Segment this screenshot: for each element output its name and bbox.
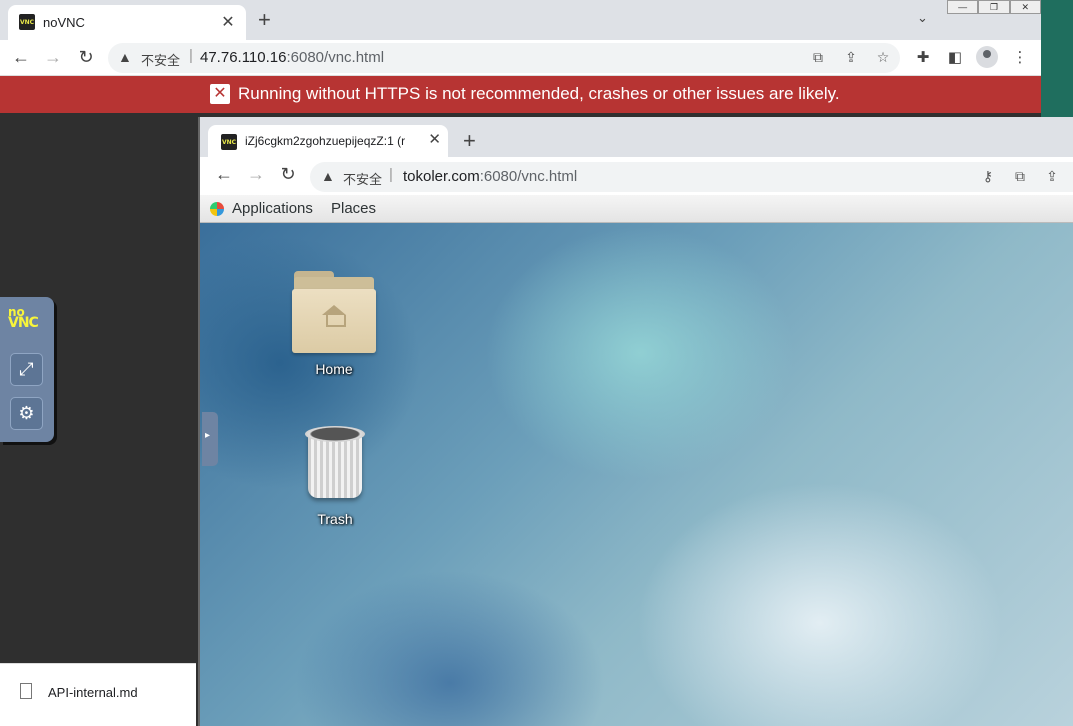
url-separator: |: [189, 47, 193, 64]
back-arrow-icon[interactable]: ←: [9, 46, 33, 68]
trash-label[interactable]: Trash: [285, 511, 385, 527]
control-bar-handle[interactable]: [202, 412, 218, 466]
gnome-top-panel: Applications Places: [200, 195, 1073, 223]
warning-triangle-icon: ▲: [321, 168, 335, 184]
fullscreen-button[interactable]: ⤢: [10, 353, 43, 386]
inner-address-bar[interactable]: ▲ 不安全 | tokoler.com:6080/vnc.html ⚷ ⧉ ⇪: [310, 162, 1073, 192]
share-icon[interactable]: ⇪: [841, 49, 861, 66]
warning-triangle-icon: ▲: [118, 49, 132, 65]
minimize-button[interactable]: —: [947, 0, 979, 14]
download-file-name: API-internal.md: [48, 685, 138, 700]
inner-new-tab-button[interactable]: +: [463, 129, 476, 153]
profile-avatar-icon[interactable]: [976, 46, 998, 68]
inner-reload-icon[interactable]: ↻: [276, 163, 300, 185]
forward-arrow-icon[interactable]: →: [41, 46, 65, 68]
applications-icon: [210, 202, 224, 216]
reload-icon[interactable]: ↻: [74, 46, 98, 68]
translate-icon[interactable]: ⧉: [808, 49, 828, 66]
inner-insecure-label[interactable]: 不安全: [343, 169, 382, 188]
novnc-favicon-icon: [19, 14, 35, 30]
outer-tab-title: noVNC: [43, 15, 85, 30]
close-icon[interactable]: ✕: [219, 12, 237, 32]
inner-url-path: :6080/vnc.html: [479, 168, 578, 185]
inner-url-text[interactable]: tokoler.com:6080/vnc.html: [403, 168, 577, 185]
inner-toolbar: ← → ↻ ▲ 不安全 | tokoler.com:6080/vnc.html …: [200, 157, 1073, 195]
restore-button[interactable]: ❐: [978, 0, 1010, 14]
share-icon[interactable]: ⇪: [1042, 168, 1062, 185]
https-warning-banner: ✕ Running without HTTPS is not recommend…: [0, 76, 1041, 113]
error-x-icon: ✕: [210, 84, 230, 104]
remote-session-window: iZj6cgkm2zgohzuepijeqzZ:1 (r ✕ + ← → ↻ ▲…: [198, 117, 1073, 726]
trash-icon[interactable]: [305, 426, 365, 500]
window-controls: — ❐ ✕: [947, 0, 1041, 14]
insecure-label[interactable]: 不安全: [141, 50, 180, 69]
menu-kebab-icon[interactable]: ⋮: [1010, 48, 1030, 66]
home-folder-icon[interactable]: [292, 271, 376, 353]
extensions-puzzle-icon[interactable]: ✚: [913, 48, 933, 66]
url-host: 47.76.110.16: [200, 49, 287, 66]
house-icon: [322, 305, 346, 327]
outer-tab-strip: noVNC ✕ + ⌄ — ❐ ✕: [0, 0, 1041, 40]
key-icon[interactable]: ⚷: [978, 168, 998, 185]
banner-message: Running without HTTPS is not recommended…: [238, 84, 840, 103]
tab-search-chevron-down-icon[interactable]: ⌄: [917, 10, 928, 26]
close-icon[interactable]: ✕: [428, 130, 441, 148]
vnc-favicon-icon: [221, 134, 237, 150]
novnc-logo: no VNC: [8, 306, 48, 333]
outer-url-text[interactable]: 47.76.110.16:6080/vnc.html: [200, 49, 384, 66]
side-panel-icon[interactable]: ◧: [945, 48, 965, 66]
file-icon: [20, 683, 32, 699]
url-separator: |: [389, 166, 393, 183]
outer-toolbar: ← → ↻ ▲ 不安全 | 47.76.110.16:6080/vnc.html…: [0, 40, 1041, 76]
novnc-control-bar: no VNC ⤢ ⚙: [0, 297, 54, 442]
inner-tab-title: iZj6cgkm2zgohzuepijeqzZ:1 (r: [245, 134, 406, 148]
applications-menu[interactable]: Applications: [232, 200, 313, 217]
window-close-button[interactable]: ✕: [1009, 0, 1041, 14]
remote-desktop[interactable]: Home Trash: [200, 223, 1073, 726]
outer-tab-novnc[interactable]: noVNC ✕: [8, 5, 246, 40]
inner-forward-arrow-icon[interactable]: →: [244, 163, 268, 185]
inner-tab-strip: iZj6cgkm2zgohzuepijeqzZ:1 (r ✕ +: [200, 117, 1073, 157]
inner-url-host: tokoler.com: [403, 168, 480, 185]
translate-icon[interactable]: ⧉: [1010, 168, 1030, 185]
logo-vnc: VNC: [8, 315, 39, 331]
inner-back-arrow-icon[interactable]: ←: [212, 163, 236, 185]
home-label[interactable]: Home: [284, 361, 384, 377]
outer-address-bar[interactable]: ▲ 不安全 | 47.76.110.16:6080/vnc.html ⧉ ⇪ ☆: [108, 43, 900, 73]
inner-tab-vnc[interactable]: iZj6cgkm2zgohzuepijeqzZ:1 (r ✕: [208, 125, 448, 157]
settings-gear-icon[interactable]: ⚙: [10, 397, 43, 430]
places-menu[interactable]: Places: [331, 200, 376, 217]
bookmark-star-icon[interactable]: ☆: [873, 49, 893, 66]
new-tab-button[interactable]: +: [258, 8, 271, 32]
url-path: :6080/vnc.html: [286, 49, 385, 66]
download-shelf-item[interactable]: API-internal.md: [0, 663, 196, 726]
